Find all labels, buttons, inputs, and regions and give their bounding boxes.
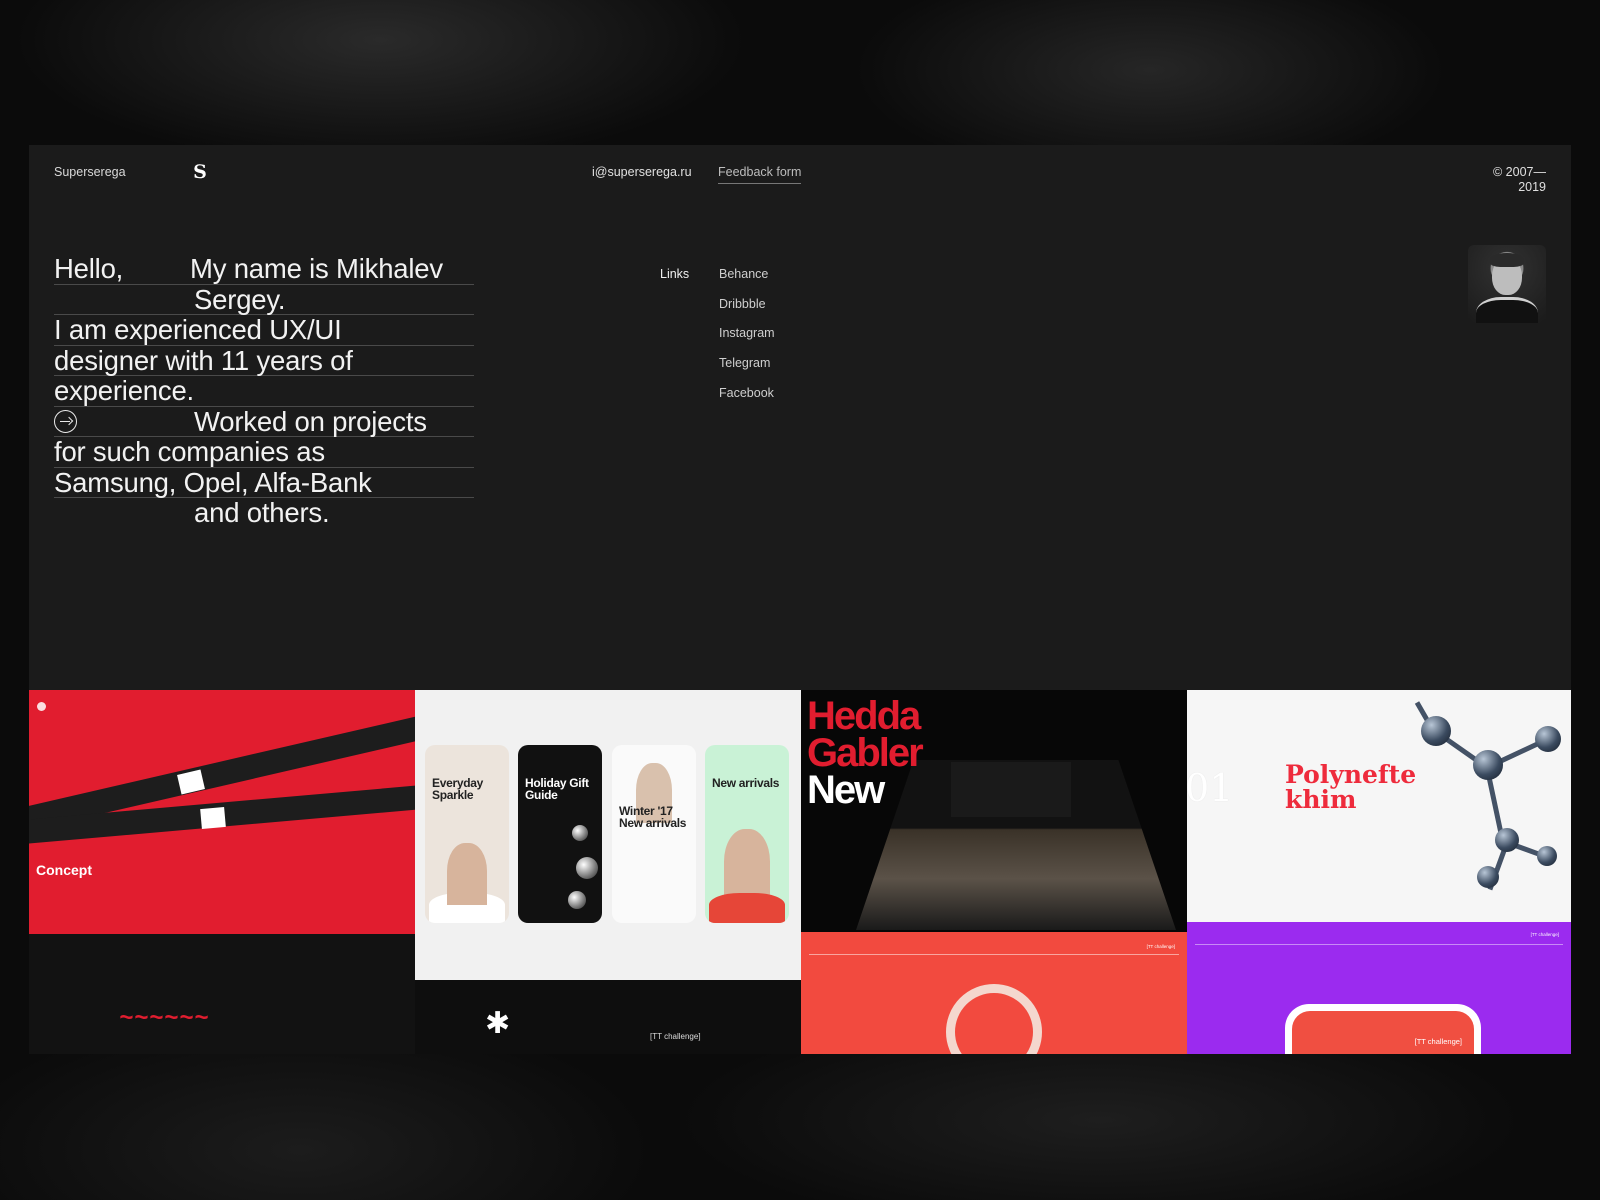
polynefte-title-line: Polynefte xyxy=(1285,760,1417,789)
challenge-label: [TT challenge] xyxy=(1146,944,1175,949)
phone-title: Everyday Sparkle xyxy=(432,776,483,802)
project-tile-hedda[interactable]: Hedda Gabler New xyxy=(801,690,1187,932)
phone-mockup: New arrivals xyxy=(705,745,789,923)
hedda-title: Hedda Gabler New xyxy=(807,694,924,812)
hedda-title-line: Hedda xyxy=(807,694,921,738)
headphones-image xyxy=(946,984,1042,1054)
project-tile-app[interactable]: [TT challenge] [TT challenge] xyxy=(1187,922,1571,1054)
phone-mockup: Winter '17 New arrivals xyxy=(612,745,696,923)
project-tile-graffiti[interactable]: ~~~~~~ xyxy=(29,934,415,1054)
concept-title: Concept xyxy=(36,862,92,878)
avatar-body xyxy=(1476,297,1538,323)
social-links: Behance Dribbble Instagram Telegram Face… xyxy=(719,267,775,415)
molecule-atom xyxy=(1537,846,1557,866)
model-hoodie xyxy=(709,893,785,923)
phone-screen: [TT challenge] xyxy=(1292,1011,1474,1054)
hedda-title-line: Gabler xyxy=(807,731,924,775)
intro-line: experience. xyxy=(54,375,474,407)
avatar[interactable] xyxy=(1468,245,1546,323)
brand-name[interactable]: Superserega xyxy=(54,165,126,179)
copyright-years-start: © 2007— xyxy=(1493,165,1546,179)
link-facebook[interactable]: Facebook xyxy=(719,386,775,416)
links-label: Links xyxy=(660,267,690,281)
phone-title: Winter '17 New arrivals xyxy=(619,804,687,830)
project-number: 01 xyxy=(1187,766,1234,810)
hedda-title-line: New xyxy=(807,768,885,812)
molecule-atom xyxy=(1535,726,1561,752)
email-link[interactable]: i@superserega.ru xyxy=(592,165,692,179)
tape-label xyxy=(200,806,226,830)
intro-greeting: Hello, xyxy=(54,253,124,284)
intro-line: for such companies as xyxy=(54,436,474,468)
feedback-form-link[interactable]: Feedback form xyxy=(718,165,802,184)
divider xyxy=(1195,944,1563,945)
phone-title: Holiday Gift Guide xyxy=(525,776,589,802)
site-header: Superserega S i@superserega.ru Feedback … xyxy=(29,145,1571,215)
molecule-atom xyxy=(1477,866,1499,888)
molecule-atom xyxy=(1495,828,1519,852)
stage-screen xyxy=(951,762,1071,817)
molecule-atom xyxy=(1421,716,1451,746)
ornament-ball xyxy=(572,825,588,841)
project-tile-shop[interactable]: Everyday Sparkle Holiday Gift Guide Wint… xyxy=(415,690,801,980)
projects-grid: Concept ~~~~~~ Everyday Sparkle Holiday … xyxy=(29,690,1571,1054)
link-instagram[interactable]: Instagram xyxy=(719,326,775,356)
avatar-hair xyxy=(1490,253,1524,267)
arrow-right-icon[interactable] xyxy=(54,409,77,433)
polynefte-title-line: khim xyxy=(1285,785,1357,814)
ornament-ball xyxy=(576,857,598,879)
polynefte-title: Polynefte khim xyxy=(1285,762,1416,812)
intro-line: Worked on projects xyxy=(54,405,474,437)
intro-line: Sergey. xyxy=(54,284,474,315)
ornament-ball xyxy=(568,891,586,909)
link-telegram[interactable]: Telegram xyxy=(719,356,775,386)
phone-mockup: Everyday Sparkle xyxy=(425,745,509,923)
challenge-label: [TT challenge] xyxy=(1414,1037,1462,1046)
link-dribbble[interactable]: Dribbble xyxy=(719,297,775,327)
model-photo xyxy=(724,829,770,901)
intro-line: designer with 11 years of xyxy=(54,345,474,376)
link-behance[interactable]: Behance xyxy=(719,267,775,297)
phone-title: New arrivals xyxy=(712,776,780,790)
challenge-label: [TT challenge] xyxy=(1530,932,1559,937)
intro-line: I am experienced UX/UI xyxy=(54,314,474,346)
project-tile-polynefte[interactable]: 01 Polynefte khim xyxy=(1187,690,1571,922)
intro-line: Samsung, Opel, Alfa-Bank xyxy=(54,467,474,498)
copyright-years-end: 2019 xyxy=(1518,180,1546,194)
intro-line: Hello, My name is Mikhalev xyxy=(54,253,474,285)
project-tile-challenge[interactable]: ✱ [TT challenge] xyxy=(415,980,801,1054)
intro-text: Hello, My name is Mikhalev Sergey. I am e… xyxy=(54,253,474,529)
portfolio-window: Superserega S i@superserega.ru Feedback … xyxy=(29,145,1571,1054)
molecule-atom xyxy=(1473,750,1503,780)
intro-projects: Worked on projects xyxy=(194,405,427,437)
divider xyxy=(809,954,1179,955)
project-tile-headphones[interactable]: [TT challenge] xyxy=(801,932,1187,1054)
copyright: © 2007— 2019 xyxy=(1493,165,1546,195)
intro-line: and others. xyxy=(194,497,330,528)
graffiti-logo: ~~~~~~ xyxy=(119,1004,210,1031)
flower-icon: ✱ xyxy=(485,1007,511,1040)
record-dot-icon xyxy=(37,702,46,711)
model-photo xyxy=(447,843,487,905)
intro-name: My name is Mikhalev xyxy=(190,253,443,284)
phone-mockup: Holiday Gift Guide xyxy=(518,745,602,923)
logo-icon[interactable]: S xyxy=(191,163,209,182)
project-tile-concept[interactable]: Concept xyxy=(29,690,415,934)
phone-mockup: [TT challenge] xyxy=(1285,1004,1481,1054)
challenge-label: [TT challenge] xyxy=(650,1032,701,1041)
